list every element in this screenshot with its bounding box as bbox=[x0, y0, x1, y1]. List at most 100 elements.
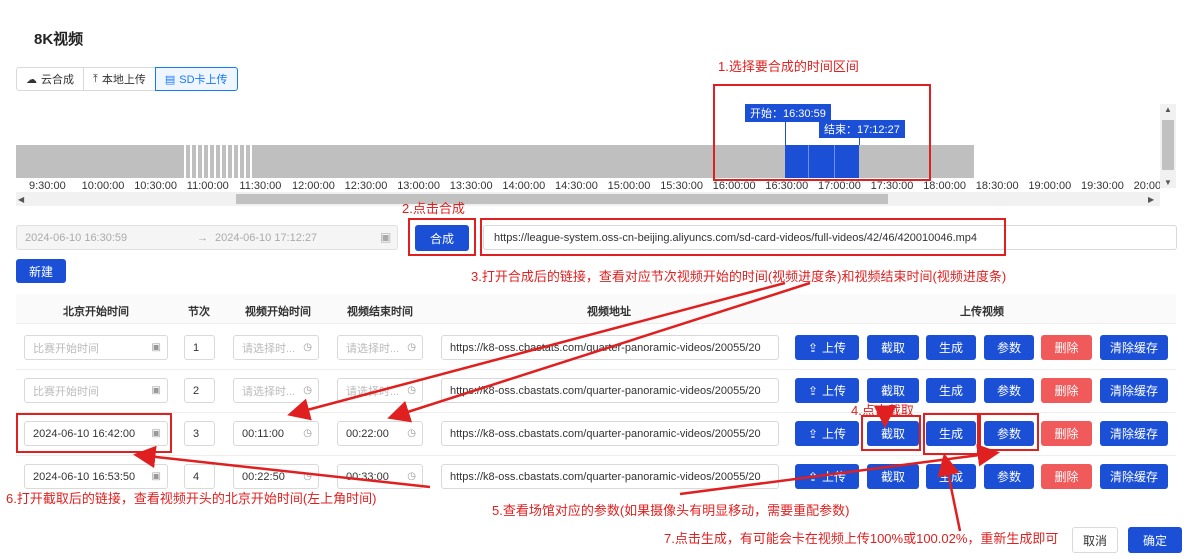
horizontal-scroll-thumb[interactable] bbox=[236, 194, 888, 204]
beijing-start-time-input[interactable]: 比赛开始时间 ▣ bbox=[24, 335, 168, 360]
annotation-3: 3.打开合成后的链接，查看对应节次视频开始的时间(视频进度条)和视频结束时间(视… bbox=[471, 269, 1007, 284]
video-url-input[interactable]: https://k8-oss.cbastats.com/quarter-pano… bbox=[441, 335, 779, 360]
tab-sd-card-upload[interactable]: ▤ SD卡上传 bbox=[154, 67, 238, 91]
annotation-6: 6.打开截取后的链接，查看视频开头的北京开始时间(左上角时间) bbox=[6, 491, 377, 506]
clock-icon: ◷ bbox=[407, 385, 416, 396]
upload-button-label: 上传 bbox=[822, 470, 847, 484]
delete-button[interactable]: 删除 bbox=[1041, 464, 1092, 489]
range-end: 2024-06-10 17:12:27 bbox=[215, 232, 318, 244]
cancel-button[interactable]: 取消 bbox=[1072, 527, 1118, 553]
video-end-time-input[interactable]: 请选择时... ◷ bbox=[337, 378, 423, 403]
upload-button[interactable]: ⇪ 上传 bbox=[795, 421, 859, 446]
timeline-tick-label: 13:30:00 bbox=[449, 180, 493, 192]
params-button[interactable]: 参数 bbox=[984, 464, 1034, 489]
video-url-input[interactable]: https://k8-oss.cbastats.com/quarter-pano… bbox=[441, 464, 779, 489]
annotation-2: 2.点击合成 bbox=[402, 201, 465, 216]
upload-mode-tabs: ☁ 云合成 ⤒ 本地上传 ▤ SD卡上传 bbox=[16, 67, 238, 91]
video-start-time-input-value: 请选择时... bbox=[242, 385, 296, 398]
clear-cache-button[interactable]: 清除缓存 bbox=[1100, 464, 1168, 489]
upload-button-label: 上传 bbox=[822, 341, 847, 355]
timeline-tick-label: 17:30:00 bbox=[870, 180, 914, 192]
cloud-upload-icon: ⇪ bbox=[807, 383, 819, 398]
period-input[interactable]: 4 bbox=[184, 464, 215, 489]
clip-button-label: 截取 bbox=[880, 470, 905, 484]
new-button[interactable]: 新建 bbox=[16, 259, 66, 283]
upload-button[interactable]: ⇪ 上传 bbox=[795, 335, 859, 360]
col-video-end: 视频结束时间 bbox=[347, 306, 413, 318]
row-divider bbox=[16, 369, 1176, 370]
annotation-1: 1.选择要合成的时间区间 bbox=[718, 59, 859, 74]
annotation-box-timerange bbox=[713, 84, 931, 181]
video-start-time-input[interactable]: 请选择时... ◷ bbox=[233, 335, 319, 360]
generate-button[interactable]: 生成 bbox=[926, 335, 976, 360]
timeline-tick-label: 11:30:00 bbox=[239, 180, 282, 192]
scroll-right-icon[interactable]: ▶ bbox=[1148, 195, 1154, 204]
upload-button-label: 上传 bbox=[822, 427, 847, 441]
generate-button[interactable]: 生成 bbox=[926, 464, 976, 489]
delete-button[interactable]: 删除 bbox=[1041, 335, 1092, 360]
generate-button-label: 生成 bbox=[938, 341, 963, 355]
params-button[interactable]: 参数 bbox=[984, 378, 1034, 403]
video-end-time-input-value: 00:22:00 bbox=[346, 427, 389, 440]
tab-local-upload[interactable]: ⤒ 本地上传 bbox=[83, 67, 156, 91]
clear-cache-button-label: 清除缓存 bbox=[1109, 341, 1158, 355]
period-input[interactable]: 3 bbox=[184, 421, 215, 446]
beijing-start-time-input-value: 比赛开始时间 bbox=[33, 385, 99, 398]
params-button-label: 参数 bbox=[996, 470, 1021, 484]
timeline-tick-label: 15:00:00 bbox=[607, 180, 651, 192]
timeline-tick-label: 13:00:00 bbox=[397, 180, 441, 192]
scroll-up-icon[interactable]: ▲ bbox=[1164, 105, 1172, 114]
upload-button[interactable]: ⇪ 上传 bbox=[795, 378, 859, 403]
video-end-time-input[interactable]: 00:22:00 ◷ bbox=[337, 421, 423, 446]
period-input[interactable]: 2 bbox=[184, 378, 215, 403]
beijing-start-time-input[interactable]: 2024-06-10 16:53:50 ▣ bbox=[24, 464, 168, 489]
generate-button[interactable]: 生成 bbox=[926, 378, 976, 403]
clear-cache-button[interactable]: 清除缓存 bbox=[1100, 421, 1168, 446]
col-video-url: 视频地址 bbox=[587, 306, 631, 318]
video-url-input-value: https://k8-oss.cbastats.com/quarter-pano… bbox=[450, 384, 761, 397]
clock-icon: ◷ bbox=[407, 342, 416, 353]
tab-cloud-compose[interactable]: ☁ 云合成 bbox=[16, 67, 84, 91]
col-beijing-start: 北京开始时间 bbox=[63, 306, 129, 318]
file-icon: ▤ bbox=[164, 73, 176, 86]
period-input-value: 3 bbox=[193, 427, 200, 440]
time-range-picker[interactable]: 2024-06-10 16:30:59 → 2024-06-10 17:12:2… bbox=[16, 225, 398, 250]
range-separator: → bbox=[197, 232, 208, 244]
delete-button[interactable]: 删除 bbox=[1041, 378, 1092, 403]
period-input-value: 2 bbox=[193, 384, 200, 397]
upload-button[interactable]: ⇪ 上传 bbox=[795, 464, 859, 489]
video-url-input-value: https://k8-oss.cbastats.com/quarter-pano… bbox=[450, 341, 761, 354]
video-start-time-input[interactable]: 请选择时... ◷ bbox=[233, 378, 319, 403]
scroll-down-icon[interactable]: ▼ bbox=[1164, 178, 1172, 187]
cloud-icon: ☁ bbox=[26, 73, 37, 86]
annotation-box-compose bbox=[408, 218, 476, 256]
confirm-button[interactable]: 确定 bbox=[1128, 527, 1182, 553]
clip-button[interactable]: 截取 bbox=[867, 464, 919, 489]
clear-cache-button-label: 清除缓存 bbox=[1109, 427, 1158, 441]
clear-cache-button[interactable]: 清除缓存 bbox=[1100, 378, 1168, 403]
beijing-start-time-input[interactable]: 比赛开始时间 ▣ bbox=[24, 378, 168, 403]
period-input[interactable]: 1 bbox=[184, 335, 215, 360]
annotation-5: 5.查看场馆对应的参数(如果摄像头有明显移动，需要重配参数) bbox=[492, 503, 850, 518]
vertical-scroll-thumb[interactable] bbox=[1162, 120, 1174, 170]
timeline-tick-label: 18:30:00 bbox=[975, 180, 1019, 192]
video-url-input[interactable]: https://k8-oss.cbastats.com/quarter-pano… bbox=[441, 421, 779, 446]
scroll-left-icon[interactable]: ◀ bbox=[18, 195, 24, 204]
video-end-time-input[interactable]: 请选择时... ◷ bbox=[337, 335, 423, 360]
video-start-time-input[interactable]: 00:11:00 ◷ bbox=[233, 421, 319, 446]
clip-button-label: 截取 bbox=[880, 384, 905, 398]
clip-button[interactable]: 截取 bbox=[867, 335, 919, 360]
params-button[interactable]: 参数 bbox=[984, 335, 1034, 360]
range-start: 2024-06-10 16:30:59 bbox=[25, 232, 128, 244]
video-end-time-input-value: 请选择时... bbox=[346, 385, 400, 398]
timeline-tick-label: 11:00:00 bbox=[186, 180, 229, 192]
delete-button[interactable]: 删除 bbox=[1041, 421, 1092, 446]
clear-cache-button-label: 清除缓存 bbox=[1109, 384, 1158, 398]
clear-cache-button[interactable]: 清除缓存 bbox=[1100, 335, 1168, 360]
video-start-time-input[interactable]: 00:22:50 ◷ bbox=[233, 464, 319, 489]
timeline-tick-label: 12:30:00 bbox=[344, 180, 388, 192]
video-end-time-input[interactable]: 00:33:00 ◷ bbox=[337, 464, 423, 489]
timeline-tick-label: 14:30:00 bbox=[555, 180, 598, 192]
video-url-input[interactable]: https://k8-oss.cbastats.com/quarter-pano… bbox=[441, 378, 779, 403]
calendar-icon: ▣ bbox=[151, 471, 161, 482]
